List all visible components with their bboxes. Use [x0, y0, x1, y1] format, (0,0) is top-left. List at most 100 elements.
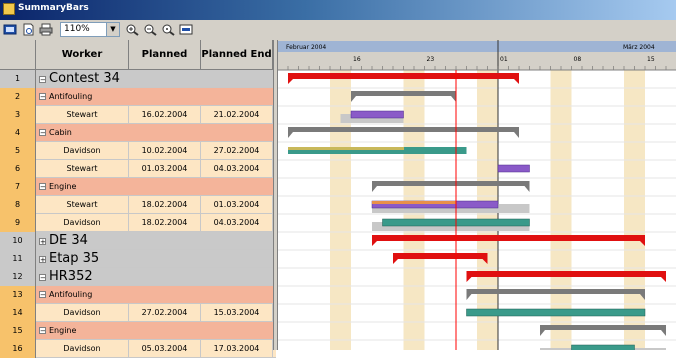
- row-number: 12: [0, 268, 36, 286]
- table-row[interactable]: 4− Cabin: [0, 124, 276, 142]
- expand-collapse-icon[interactable]: −: [39, 93, 46, 101]
- planned-end-cell[interactable]: 04.03.2004: [201, 160, 273, 178]
- table-row[interactable]: 12− HR352: [0, 268, 276, 286]
- project-summary-cell[interactable]: − HR352: [36, 268, 273, 286]
- app-icon: [3, 3, 15, 15]
- progress-bar: [372, 201, 456, 204]
- project-name: DE 34: [49, 233, 88, 248]
- table-row[interactable]: 13− Antifouling: [0, 286, 276, 304]
- table-row[interactable]: 11 + Etap 35: [0, 250, 276, 268]
- worker-name: Davidson: [63, 308, 101, 317]
- expand-collapse-icon[interactable]: +: [39, 238, 46, 246]
- planned-end-cell[interactable]: 15.03.2004: [201, 304, 273, 322]
- table-row[interactable]: 10 + DE 34: [0, 232, 276, 250]
- toolbar: 110% ▼: [0, 20, 676, 41]
- group-cell[interactable]: − Antifouling: [36, 88, 273, 106]
- project-summary-cell[interactable]: + Etap 35: [36, 250, 273, 268]
- table-row[interactable]: 3 Stewart 16.02.2004 21.02.2004: [0, 106, 276, 124]
- group-bar: [372, 181, 530, 192]
- task-bar: [497, 164, 530, 173]
- expand-collapse-icon[interactable]: −: [39, 291, 46, 299]
- planned-start-cell[interactable]: 18.02.2004: [129, 214, 201, 232]
- print-icon[interactable]: [38, 22, 54, 37]
- expand-collapse-icon[interactable]: −: [39, 183, 46, 191]
- month-band: [278, 41, 676, 52]
- row-number: 8: [0, 196, 36, 214]
- group-name: Cabin: [49, 128, 72, 137]
- planned-start-column-header[interactable]: Planned Start: [129, 40, 201, 90]
- zoom-value: 110%: [64, 24, 90, 34]
- row-number: 6: [0, 160, 36, 178]
- table-row[interactable]: 9 Davidson 18.02.2004 04.03.2004: [0, 214, 276, 232]
- project-name: Etap 35: [49, 251, 100, 266]
- gantt-chart: Februar 2004 März 2004 16 23 01 08 15: [278, 40, 676, 350]
- table-row[interactable]: 8 Stewart 18.02.2004 01.03.2004: [0, 196, 276, 214]
- table-row[interactable]: 15− Engine: [0, 322, 276, 340]
- worker-column-header[interactable]: Worker: [36, 40, 129, 70]
- task-bar: [466, 308, 646, 317]
- planned-end-cell[interactable]: 21.02.2004: [201, 106, 273, 124]
- group-cell[interactable]: − Engine: [36, 178, 273, 196]
- planned-start-cell[interactable]: 27.02.2004: [129, 304, 201, 322]
- worker-cell[interactable]: Davidson: [36, 214, 129, 232]
- row-number: 5: [0, 142, 36, 160]
- zoom-in-icon[interactable]: [124, 22, 140, 37]
- planned-start-cell[interactable]: 18.02.2004: [129, 196, 201, 214]
- expand-collapse-icon[interactable]: +: [39, 256, 46, 264]
- planned-end-column-header[interactable]: Planned End: [201, 40, 273, 70]
- zoom-reset-icon[interactable]: [160, 22, 176, 37]
- project-name: HR352: [49, 269, 93, 284]
- print-preview-icon[interactable]: [20, 22, 36, 37]
- week-label: 16: [353, 56, 361, 63]
- worker-cell[interactable]: Davidson: [36, 304, 129, 322]
- row-number: 9: [0, 214, 36, 232]
- week-label: 23: [427, 56, 435, 63]
- expand-collapse-icon[interactable]: −: [39, 327, 46, 335]
- zoom-out-icon[interactable]: [142, 22, 158, 37]
- worker-cell[interactable]: Stewart: [36, 196, 129, 214]
- planned-end-cell[interactable]: 27.02.2004: [201, 142, 273, 160]
- table-row[interactable]: 6 Stewart 01.03.2004 04.03.2004: [0, 160, 276, 178]
- planned-end-cell[interactable]: 17.03.2004: [201, 340, 273, 358]
- row-number: 1: [0, 70, 36, 88]
- row-number: 2: [0, 88, 36, 106]
- week-label: 01: [500, 56, 508, 63]
- progress-bar: [288, 147, 405, 150]
- expand-collapse-icon[interactable]: −: [39, 76, 46, 84]
- zoom-select[interactable]: 110% ▼: [60, 22, 120, 37]
- table-row[interactable]: 14 Davidson 27.02.2004 15.03.2004: [0, 304, 276, 322]
- planned-start-cell[interactable]: 16.02.2004: [129, 106, 201, 124]
- group-cell[interactable]: − Antifouling: [36, 286, 273, 304]
- expand-collapse-icon[interactable]: −: [39, 129, 46, 137]
- open-icon[interactable]: [2, 22, 18, 37]
- month-label: März 2004: [623, 44, 655, 51]
- row-number-header: [0, 40, 36, 70]
- project-summary-cell[interactable]: − Contest 34: [36, 70, 273, 88]
- group-cell[interactable]: − Engine: [36, 322, 273, 340]
- row-number: 11: [0, 250, 36, 268]
- worker-cell[interactable]: Stewart: [36, 160, 129, 178]
- planned-end-cell[interactable]: 01.03.2004: [201, 196, 273, 214]
- table-row[interactable]: 5 Davidson 10.02.2004 27.02.2004: [0, 142, 276, 160]
- planned-start-cell[interactable]: 05.03.2004: [129, 340, 201, 358]
- row-number: 4: [0, 124, 36, 142]
- table-row[interactable]: 7− Engine: [0, 178, 276, 196]
- table-row[interactable]: 16 Davidson 05.03.2004 17.03.2004: [0, 340, 276, 358]
- table-row[interactable]: 2− Antifouling: [0, 88, 276, 106]
- fit-icon[interactable]: [178, 22, 194, 37]
- chevron-down-icon[interactable]: ▼: [106, 23, 119, 36]
- planned-end-cell[interactable]: 04.03.2004: [201, 214, 273, 232]
- group-cell[interactable]: − Cabin: [36, 124, 273, 142]
- planned-start-cell[interactable]: 01.03.2004: [129, 160, 201, 178]
- worker-cell[interactable]: Davidson: [36, 340, 129, 358]
- group-name: Engine: [49, 326, 77, 335]
- worker-cell[interactable]: Stewart: [36, 106, 129, 124]
- title-bar: SummaryBars: [0, 0, 676, 20]
- month-label: Februar 2004: [286, 44, 326, 51]
- table-row[interactable]: 1− Contest 34: [0, 70, 276, 88]
- planned-start-cell[interactable]: 10.02.2004: [129, 142, 201, 160]
- window-title: SummaryBars: [18, 3, 89, 13]
- expand-collapse-icon[interactable]: −: [39, 274, 46, 282]
- project-summary-cell[interactable]: + DE 34: [36, 232, 273, 250]
- worker-cell[interactable]: Davidson: [36, 142, 129, 160]
